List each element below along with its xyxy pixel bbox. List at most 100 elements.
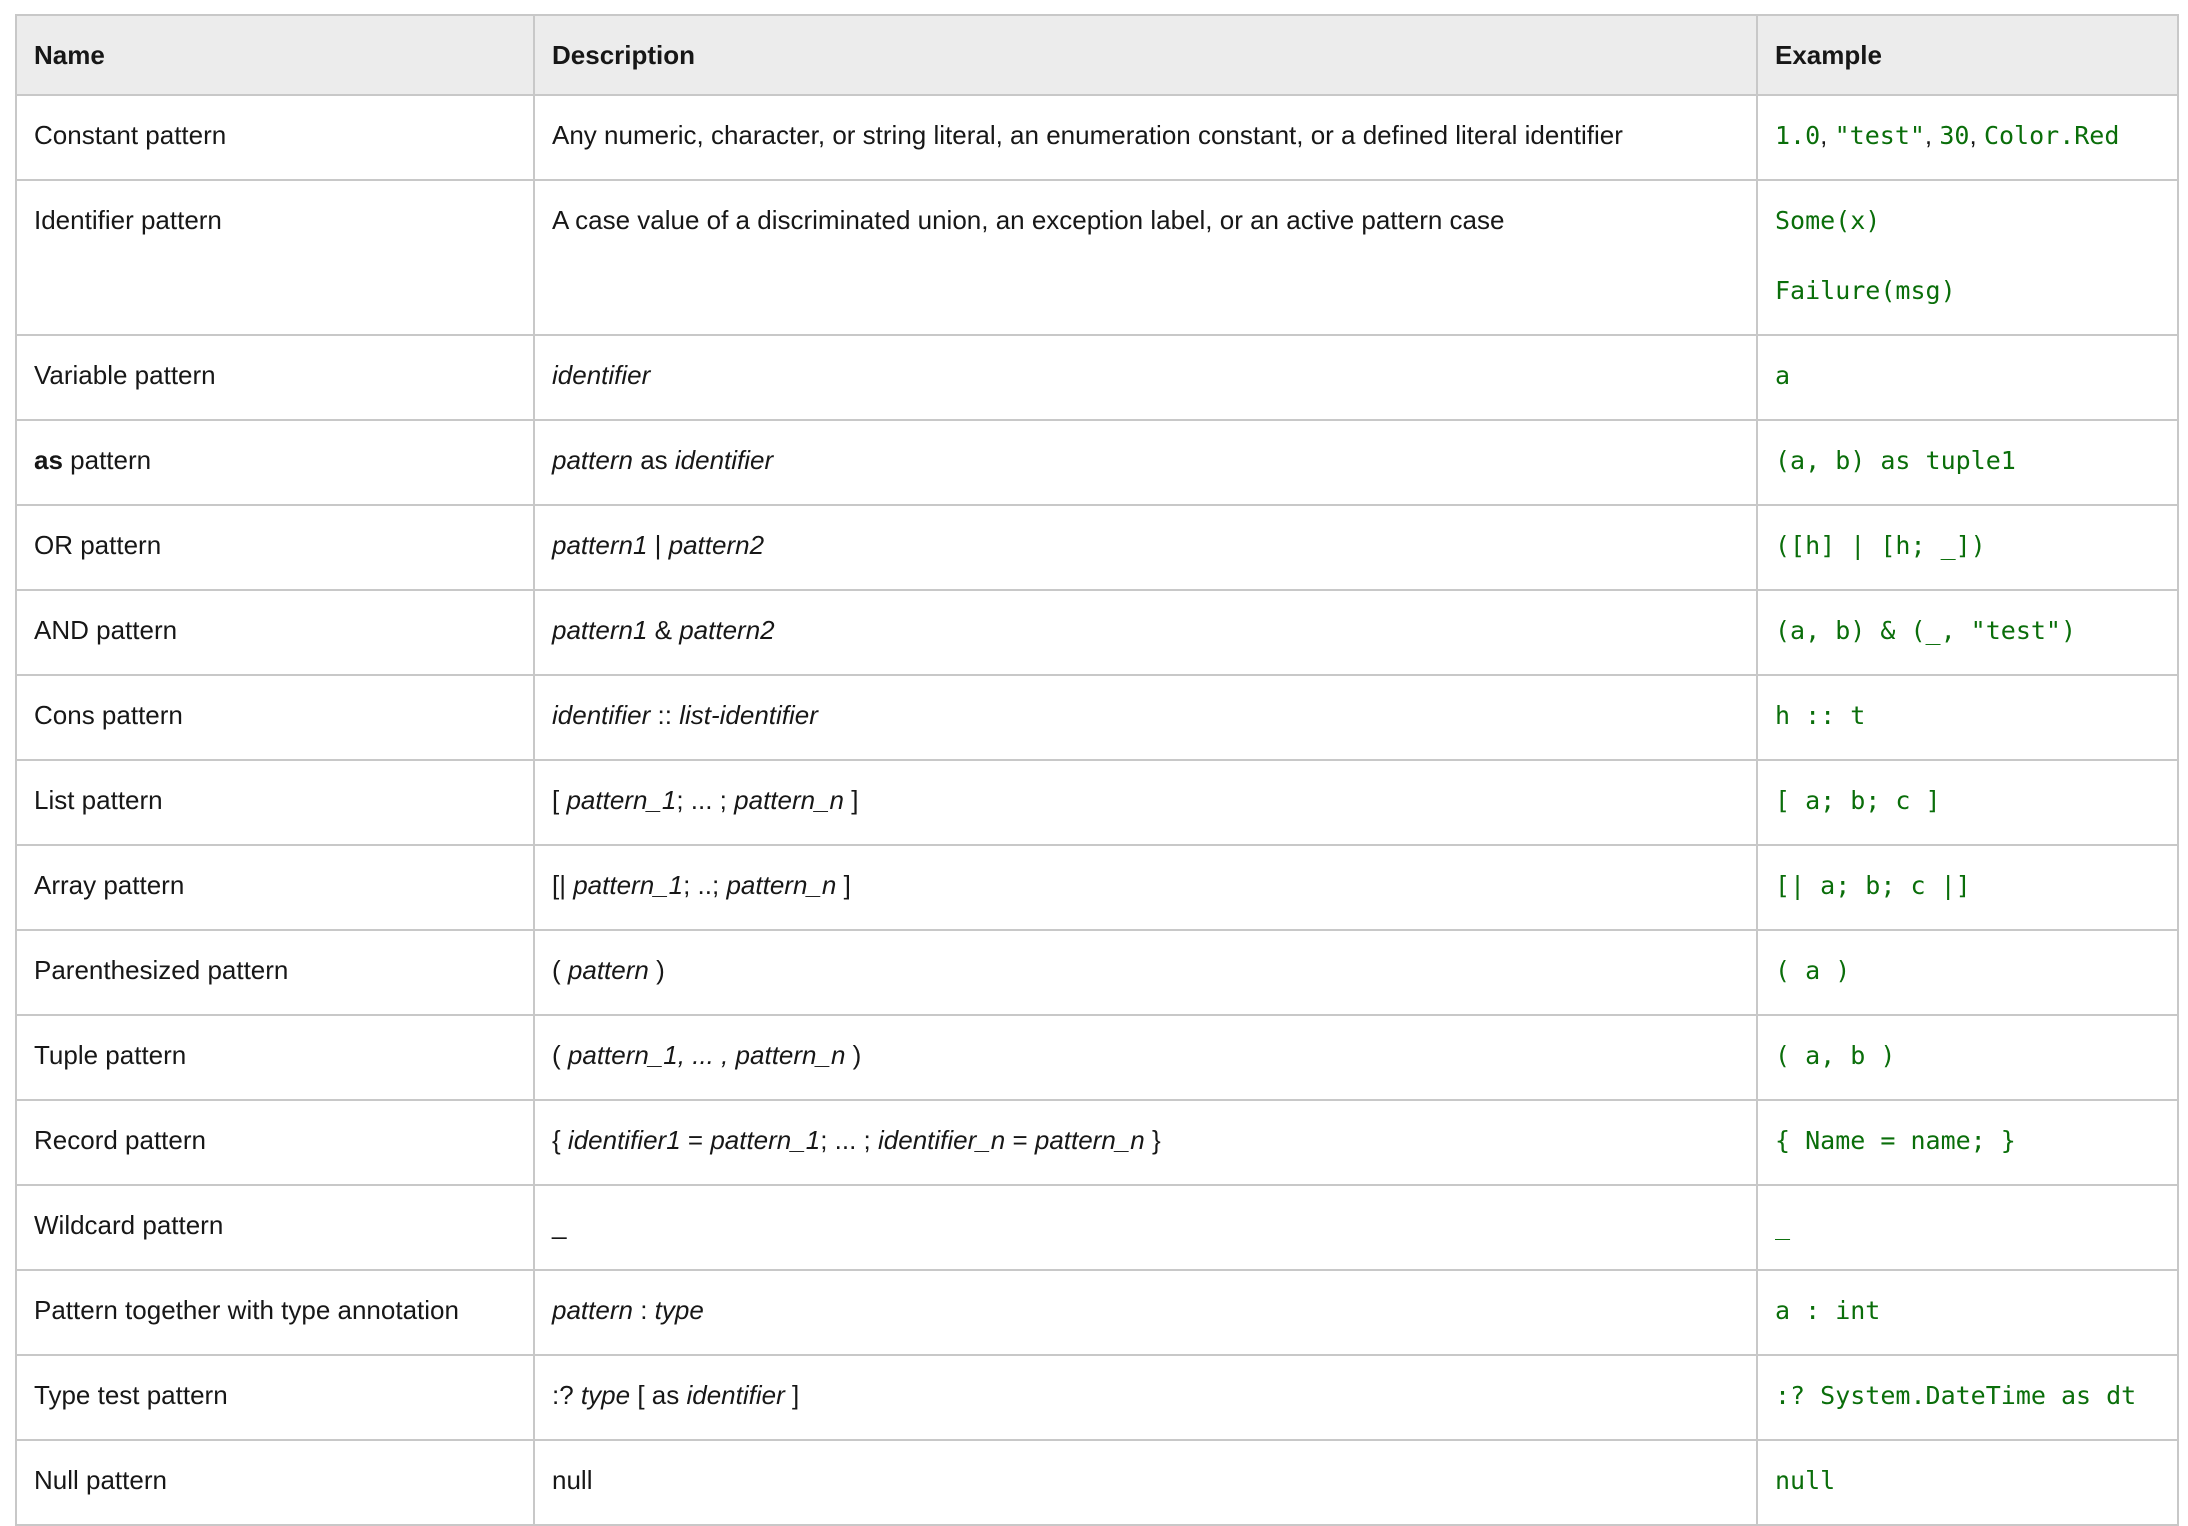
table-row: Pattern together with type annotation pa… xyxy=(15,1269,2179,1356)
example-code: Some(x) xyxy=(1775,206,1881,235)
separator-text: , xyxy=(1820,120,1835,150)
description-text: : xyxy=(640,1295,648,1325)
description-text: pattern_n xyxy=(734,785,845,815)
row-description: { identifier1 = pattern_1; ... ; identif… xyxy=(533,1099,1758,1186)
description-text: identifier_n xyxy=(878,1125,1006,1155)
description-text: type xyxy=(654,1295,704,1325)
example-code: 30 xyxy=(1939,121,1970,150)
row-description: [ pattern_1; ... ; pattern_n ] xyxy=(533,759,1758,846)
table-row: Tuple pattern ( pattern_1, ... , pattern… xyxy=(15,1014,2179,1101)
table-row: Array pattern [| pattern_1; ..; pattern_… xyxy=(15,844,2179,931)
row-description: null xyxy=(533,1439,1758,1526)
description-text: identifier xyxy=(686,1380,785,1410)
description-text: list-identifier xyxy=(679,700,818,730)
header-example: Example xyxy=(1756,14,2179,96)
row-example: a : int xyxy=(1756,1269,2179,1356)
description-text: identifier1 xyxy=(567,1125,681,1155)
row-description: pattern1 | pattern2 xyxy=(533,504,1758,591)
row-example: 1.0, "test", 30, Color.Red xyxy=(1756,94,2179,181)
table-row: Wildcard pattern _ _ xyxy=(15,1184,2179,1271)
row-name: OR pattern xyxy=(15,504,535,591)
table-row: Variable pattern identifier a xyxy=(15,334,2179,421)
description-text: pattern xyxy=(552,1295,633,1325)
example-code: _ xyxy=(1775,1211,1791,1240)
table-row: Type test pattern :? type [ as identifie… xyxy=(15,1354,2179,1441)
row-example: (a, b) & (_, "test") xyxy=(1756,589,2179,676)
row-name: Pattern together with type annotation xyxy=(15,1269,535,1356)
description-text: [ as xyxy=(637,1380,680,1410)
example-code: [| a; b; c |] xyxy=(1775,871,1971,900)
row-description: pattern1 & pattern2 xyxy=(533,589,1758,676)
table-row: Identifier pattern A case value of a dis… xyxy=(15,179,2179,336)
table-row: Record pattern { identifier1 = pattern_1… xyxy=(15,1099,2179,1186)
example-code: null xyxy=(1775,1466,1836,1495)
description-text: pattern_1 xyxy=(566,785,677,815)
description-text: _ xyxy=(552,1210,567,1240)
description-text: pattern xyxy=(552,445,633,475)
description-text: pattern1 xyxy=(552,615,648,645)
description-text: | xyxy=(654,530,662,560)
row-name: Record pattern xyxy=(15,1099,535,1186)
table-row: Null pattern null null xyxy=(15,1439,2179,1526)
description-text: & xyxy=(654,615,672,645)
separator-text: , xyxy=(1969,120,1984,150)
description-text: :: xyxy=(657,700,672,730)
row-description: :? type [ as identifier ] xyxy=(533,1354,1758,1441)
description-text: pattern1 xyxy=(552,530,648,560)
row-example: _ xyxy=(1756,1184,2179,1271)
row-description: identifier xyxy=(533,334,1758,421)
table-row: Parenthesized pattern ( pattern ) ( a ) xyxy=(15,929,2179,1016)
description-text: :? xyxy=(552,1380,574,1410)
row-name: Array pattern xyxy=(15,844,535,931)
row-description: identifier :: list-identifier xyxy=(533,674,1758,761)
row-example: ([h] | [h; _]) xyxy=(1756,504,2179,591)
example-code: [ a; b; c ] xyxy=(1775,786,1941,815)
description-text: ( xyxy=(552,1040,561,1070)
row-example: Some(x) Failure(msg) xyxy=(1756,179,2179,336)
description-text: [| xyxy=(552,870,566,900)
row-description: Any numeric, character, or string litera… xyxy=(533,94,1758,181)
description-text: pattern_1 xyxy=(710,1125,821,1155)
example-code: { Name = name; } xyxy=(1775,1126,2016,1155)
description-text: ] xyxy=(791,1380,800,1410)
row-description: pattern as identifier xyxy=(533,419,1758,506)
description-text: [ xyxy=(552,785,560,815)
description-text: ( xyxy=(552,955,561,985)
row-name: Wildcard pattern xyxy=(15,1184,535,1271)
description-text: ] xyxy=(843,870,851,900)
description-text: = xyxy=(687,1125,704,1155)
description-text: ] xyxy=(851,785,859,815)
row-example: (a, b) as tuple1 xyxy=(1756,419,2179,506)
row-description: [| pattern_1; ..; pattern_n ] xyxy=(533,844,1758,931)
description-text: ; ... ; xyxy=(820,1125,871,1155)
row-example: h :: t xyxy=(1756,674,2179,761)
row-description: ( pattern ) xyxy=(533,929,1758,1016)
example-code: Failure(msg) xyxy=(1775,276,1956,305)
table-row: as pattern pattern as identifier (a, b) … xyxy=(15,419,2179,506)
example-code: ( a ) xyxy=(1775,956,1851,985)
row-name: List pattern xyxy=(15,759,535,846)
description-text: ) xyxy=(852,1040,862,1070)
description-text: pattern_n xyxy=(1034,1125,1145,1155)
description-text: ; ... ; xyxy=(676,785,727,815)
keyword-text: as xyxy=(34,445,63,475)
row-name: AND pattern xyxy=(15,589,535,676)
header-description: Description xyxy=(533,14,1758,96)
name-text: pattern xyxy=(70,445,152,475)
description-text: identifier xyxy=(674,445,774,475)
description-text: A case value of a discriminated union, a… xyxy=(552,205,1505,235)
example-code: (a, b) as tuple1 xyxy=(1775,446,2016,475)
description-text: } xyxy=(1151,1125,1161,1155)
row-example: ( a, b ) xyxy=(1756,1014,2179,1101)
row-example: null xyxy=(1756,1439,2179,1526)
row-example: [| a; b; c |] xyxy=(1756,844,2179,931)
row-description: pattern : type xyxy=(533,1269,1758,1356)
row-description: _ xyxy=(533,1184,1758,1271)
example-code: a : int xyxy=(1775,1296,1881,1325)
description-text: Any numeric, character, or string litera… xyxy=(552,120,1623,150)
row-name: Variable pattern xyxy=(15,334,535,421)
description-text: type xyxy=(580,1380,631,1410)
description-text: ) xyxy=(656,955,665,985)
row-name: Tuple pattern xyxy=(15,1014,535,1101)
example-code: h :: t xyxy=(1775,701,1866,730)
